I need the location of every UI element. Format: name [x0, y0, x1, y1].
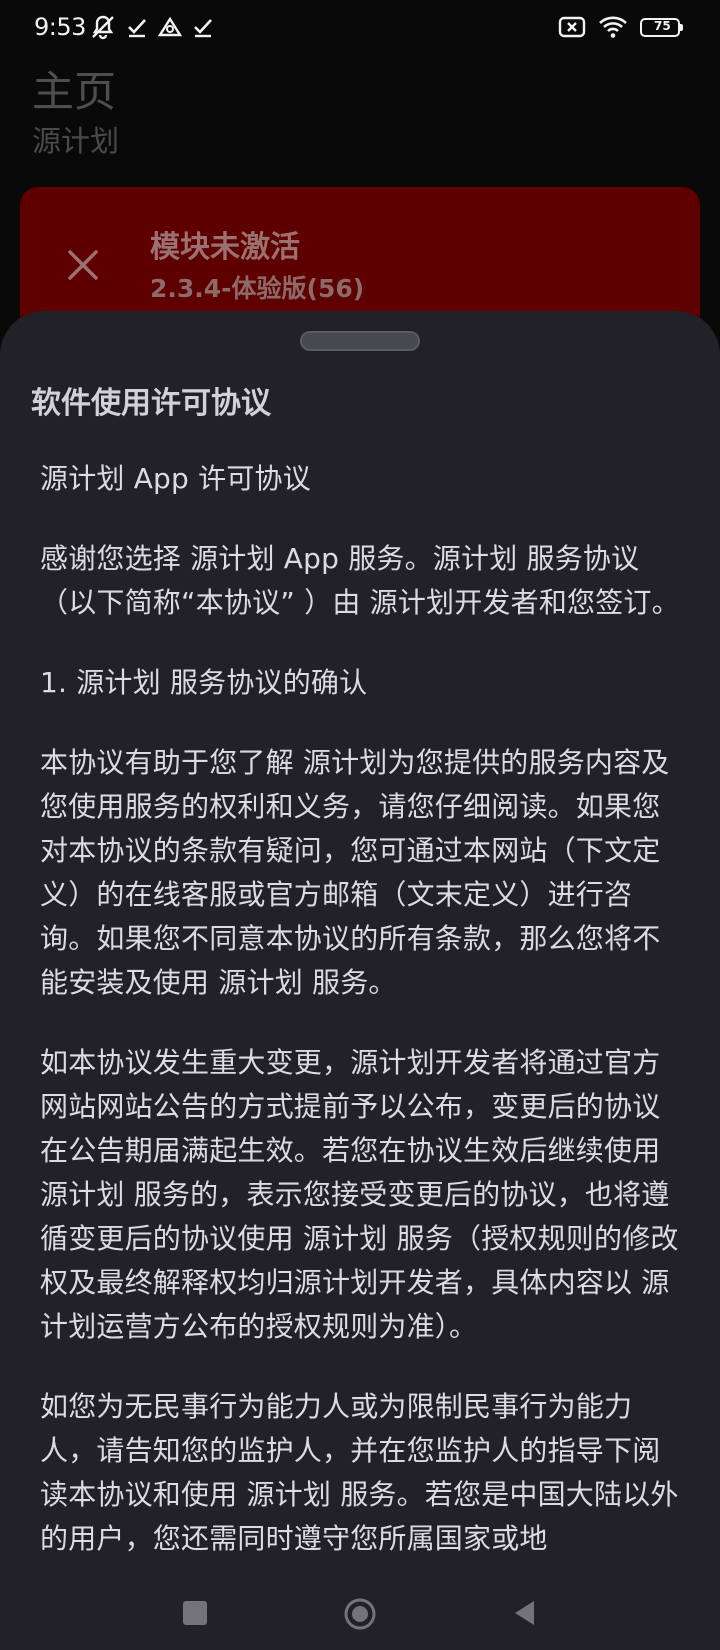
home-icon[interactable] — [340, 1598, 380, 1642]
screen: 9:53 75 主页 源计划 模块未激活 2.3.4-体验版(56) 软件使用许… — [0, 0, 720, 1650]
agreement-paragraph: 本协议有助于您了解 源计划为您提供的服务内容及您使用服务的权利和义务，请您仔细阅… — [40, 746, 670, 999]
page-subtitle: 源计划 — [32, 124, 120, 158]
check-icon — [126, 16, 148, 38]
status-time: 9:53 — [34, 13, 86, 41]
module-status-title: 模块未激活 — [150, 230, 300, 265]
agreement-paragraph: 源计划 App 许可协议 — [40, 462, 311, 495]
check-icon — [192, 16, 214, 38]
agreement-paragraph: 如本协议发生重大变更，源计划开发者将通过官方网站网站公告的方式提前予以公布，变更… — [40, 1046, 679, 1343]
page-title: 主页 — [32, 67, 117, 116]
drag-handle[interactable] — [300, 331, 420, 351]
agreement-paragraph: 1. 源计划 服务协议的确认 — [40, 666, 368, 699]
recents-icon[interactable] — [180, 1598, 210, 1632]
navigation-bar — [0, 1580, 720, 1650]
agreement-paragraph: 感谢您选择 源计划 App 服务。源计划 服务协议（以下简称“本协议” ）由 源… — [40, 542, 680, 619]
sheet-title: 软件使用许可协议 — [31, 386, 271, 421]
battery-icon: 75 — [640, 17, 683, 37]
agreement-paragraph: 如您为无民事行为能力人或为限制民事行为能力人，请告知您的监护人，并在您监护人的指… — [40, 1390, 679, 1555]
mute-vibrate-icon — [90, 14, 116, 40]
status-bar: 9:53 75 — [0, 0, 720, 54]
module-version: 2.3.4-体验版(56) — [150, 274, 365, 303]
status-left-icons — [90, 14, 224, 40]
status-right-icons: 75 — [546, 14, 683, 40]
back-icon[interactable] — [510, 1598, 540, 1632]
wifi-icon — [598, 15, 628, 39]
agreement-text[interactable]: 源计划 App 许可协议 感谢您选择 源计划 App 服务。源计划 服务协议（以… — [40, 457, 680, 1597]
close-icon — [66, 248, 100, 282]
battery-level: 75 — [654, 18, 671, 33]
triangle-icon — [158, 16, 182, 38]
no-sim-icon — [558, 16, 586, 38]
license-bottom-sheet[interactable]: 软件使用许可协议 源计划 App 许可协议 感谢您选择 源计划 App 服务。源… — [0, 311, 720, 1650]
